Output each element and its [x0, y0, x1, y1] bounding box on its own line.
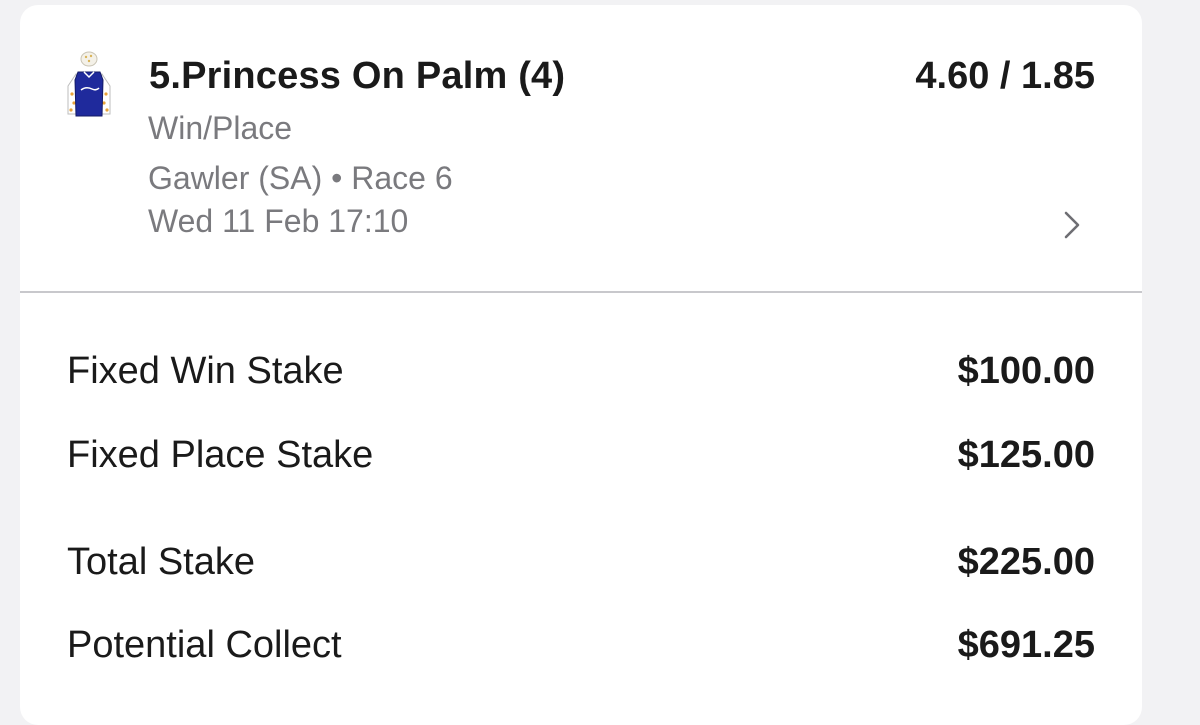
- bet-type: Win/Place: [148, 110, 293, 146]
- venue-race: Gawler (SA) • Race 6: [148, 160, 453, 196]
- runner-name: 5.Princess On Palm (4): [149, 55, 566, 97]
- divider: [20, 291, 1142, 293]
- stake-row-total: Total Stake $225.00: [67, 541, 1095, 589]
- stake-label: Total Stake: [67, 541, 255, 583]
- bet-card: 5.Princess On Palm (4) 4.60 / 1.85 Win/P…: [20, 5, 1142, 725]
- race-datetime: Wed 11 Feb 17:10: [148, 203, 409, 239]
- stake-value: $225.00: [957, 541, 1095, 583]
- stake-value: $691.25: [957, 624, 1095, 666]
- stake-label: Fixed Place Stake: [67, 434, 374, 476]
- stake-row-potential-collect: Potential Collect $691.25: [67, 624, 1095, 672]
- odds: 4.60 / 1.85: [915, 55, 1095, 97]
- stake-value: $125.00: [957, 434, 1095, 476]
- stake-label: Potential Collect: [67, 624, 342, 666]
- stake-value: $100.00: [957, 350, 1095, 392]
- jockey-silks-icon: [67, 51, 111, 117]
- stake-row-fixed-win: Fixed Win Stake $100.00: [67, 350, 1095, 398]
- stake-label: Fixed Win Stake: [67, 350, 344, 392]
- stake-row-fixed-place: Fixed Place Stake $125.00: [67, 434, 1095, 482]
- chevron-right-icon[interactable]: [1060, 207, 1084, 243]
